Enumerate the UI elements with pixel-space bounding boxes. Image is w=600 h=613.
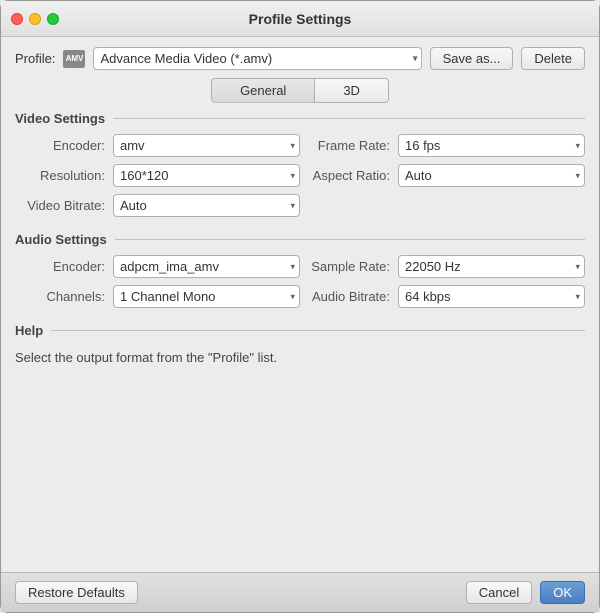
help-section: Help Select the output format from the "… [15, 323, 585, 562]
video-resolution-select[interactable]: 160*120 [113, 164, 300, 187]
video-settings-title: Video Settings [15, 111, 105, 126]
audio-encoder-select-wrapper: adpcm_ima_amv ▾ [113, 255, 300, 278]
video-aspectratio-field: Aspect Ratio: Auto ▾ [300, 164, 585, 187]
maximize-button[interactable] [47, 13, 59, 25]
audio-samplerate-select-wrapper: 22050 Hz ▾ [398, 255, 585, 278]
video-aspectratio-label: Aspect Ratio: [300, 168, 390, 183]
main-content: Profile: AMV Advance Media Video (*.amv)… [1, 37, 599, 572]
profile-select-wrapper: Advance Media Video (*.amv) ▾ [93, 47, 421, 70]
ok-button[interactable]: OK [540, 581, 585, 604]
profile-label: Profile: [15, 51, 55, 66]
audio-settings-divider [115, 239, 585, 240]
profile-icon-badge: AMV [63, 50, 85, 68]
video-encoder-field: Encoder: amv ▾ [15, 134, 300, 157]
video-resolution-field: Resolution: 160*120 ▾ [15, 164, 300, 187]
tab-3d[interactable]: 3D [314, 78, 389, 103]
video-framerate-select-wrapper: 16 fps ▾ [398, 134, 585, 157]
restore-defaults-button[interactable]: Restore Defaults [15, 581, 138, 604]
audio-encoder-samplerate-row: Encoder: adpcm_ima_amv ▾ Sample Rate: 22… [15, 255, 585, 278]
video-bitrate-field: Video Bitrate: Auto ▾ [15, 194, 300, 217]
video-settings-header: Video Settings [15, 111, 585, 126]
video-bitrate-row: Video Bitrate: Auto ▾ [15, 194, 585, 217]
help-text: Select the output format from the "Profi… [15, 346, 585, 369]
audio-channels-field: Channels: 1 Channel Mono ▾ [15, 285, 300, 308]
video-framerate-select[interactable]: 16 fps [398, 134, 585, 157]
video-encoder-select[interactable]: amv [113, 134, 300, 157]
video-aspectratio-select-wrapper: Auto ▾ [398, 164, 585, 187]
video-aspectratio-select[interactable]: Auto [398, 164, 585, 187]
audio-settings-header: Audio Settings [15, 232, 585, 247]
video-resolution-aspectratio-row: Resolution: 160*120 ▾ Aspect Ratio: Auto… [15, 164, 585, 187]
video-settings-divider [113, 118, 585, 119]
audio-channels-select[interactable]: 1 Channel Mono [113, 285, 300, 308]
video-encoder-select-wrapper: amv ▾ [113, 134, 300, 157]
minimize-button[interactable] [29, 13, 41, 25]
audio-bitrate-select[interactable]: 64 kbps [398, 285, 585, 308]
audio-channels-bitrate-row: Channels: 1 Channel Mono ▾ Audio Bitrate… [15, 285, 585, 308]
footer-right: Cancel OK [466, 581, 585, 604]
video-resolution-select-wrapper: 160*120 ▾ [113, 164, 300, 187]
audio-channels-select-wrapper: 1 Channel Mono ▾ [113, 285, 300, 308]
save-as-button[interactable]: Save as... [430, 47, 514, 70]
audio-samplerate-label: Sample Rate: [300, 259, 390, 274]
tab-general[interactable]: General [211, 78, 314, 103]
audio-encoder-select[interactable]: adpcm_ima_amv [113, 255, 300, 278]
audio-encoder-label: Encoder: [15, 259, 105, 274]
help-header: Help [15, 323, 585, 338]
video-bitrate-select-wrapper: Auto ▾ [113, 194, 300, 217]
window-title: Profile Settings [249, 11, 352, 27]
audio-samplerate-field: Sample Rate: 22050 Hz ▾ [300, 255, 585, 278]
help-divider [51, 330, 585, 331]
audio-bitrate-label: Audio Bitrate: [300, 289, 390, 304]
cancel-button[interactable]: Cancel [466, 581, 532, 604]
video-encoder-framerate-row: Encoder: amv ▾ Frame Rate: 16 fps ▾ [15, 134, 585, 157]
video-bitrate-select[interactable]: Auto [113, 194, 300, 217]
video-framerate-field: Frame Rate: 16 fps ▾ [300, 134, 585, 157]
delete-button[interactable]: Delete [521, 47, 585, 70]
traffic-lights [11, 13, 59, 25]
audio-samplerate-select[interactable]: 22050 Hz [398, 255, 585, 278]
audio-settings-title: Audio Settings [15, 232, 107, 247]
title-bar: Profile Settings [1, 1, 599, 37]
footer: Restore Defaults Cancel OK [1, 572, 599, 612]
video-resolution-label: Resolution: [15, 168, 105, 183]
tabs-row: General 3D [15, 78, 585, 103]
video-bitrate-label: Video Bitrate: [15, 198, 105, 213]
audio-channels-label: Channels: [15, 289, 105, 304]
audio-encoder-field: Encoder: adpcm_ima_amv ▾ [15, 255, 300, 278]
help-title: Help [15, 323, 43, 338]
video-encoder-label: Encoder: [15, 138, 105, 153]
video-settings-section: Video Settings Encoder: amv ▾ Frame Rate… [15, 111, 585, 224]
profile-select[interactable]: Advance Media Video (*.amv) [93, 47, 421, 70]
profile-row: Profile: AMV Advance Media Video (*.amv)… [15, 47, 585, 70]
audio-bitrate-select-wrapper: 64 kbps ▾ [398, 285, 585, 308]
video-framerate-label: Frame Rate: [300, 138, 390, 153]
audio-bitrate-field: Audio Bitrate: 64 kbps ▾ [300, 285, 585, 308]
audio-settings-section: Audio Settings Encoder: adpcm_ima_amv ▾ … [15, 232, 585, 315]
close-button[interactable] [11, 13, 23, 25]
